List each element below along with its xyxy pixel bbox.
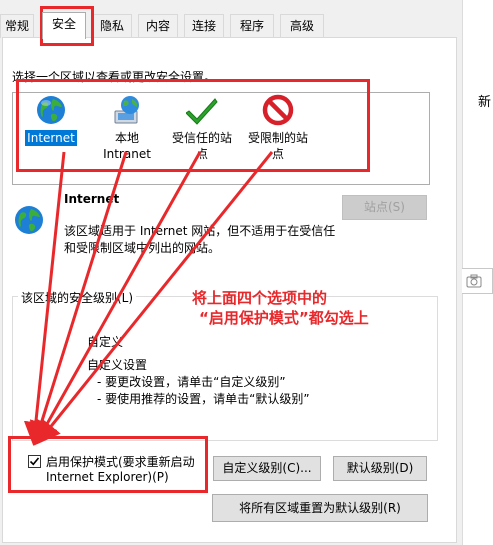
- tab-security[interactable]: 安全: [42, 12, 86, 39]
- zone-trusted-line1: 受信任的站: [171, 131, 232, 145]
- protected-mode-checkbox[interactable]: [28, 455, 41, 468]
- camera-icon: [466, 274, 482, 288]
- protected-mode-label-line1[interactable]: 启用保护模式(要求重新启动: [46, 453, 195, 470]
- zone-internet[interactable]: Internet: [22, 94, 80, 146]
- tab-advanced[interactable]: 高级: [280, 14, 324, 38]
- zone-local-intranet[interactable]: 本地 Intranet: [96, 94, 158, 162]
- internet-options-dialog: 常规 安全 隐私 内容 连接 程序 高级 选择一个区域以查看或更改安全设置。 I…: [0, 0, 462, 545]
- tab-general[interactable]: 常规: [0, 14, 34, 38]
- annotation-text-line2: “启用保护模式”都勾选上: [199, 309, 369, 327]
- zone-trusted-sites[interactable]: 受信任的站 点: [168, 94, 236, 162]
- zone-local-line2: Intranet: [103, 147, 151, 161]
- tab-content[interactable]: 内容: [138, 14, 178, 38]
- zone-internet-label: Internet: [25, 130, 77, 146]
- zone-restricted-sites[interactable]: 受限制的站 点: [244, 94, 312, 162]
- zone-local-line1: 本地: [114, 131, 139, 145]
- custom-level-button[interactable]: 自定义级别(C)...: [213, 456, 321, 481]
- zone-info-title: Internet: [64, 192, 120, 206]
- security-level-line2: - 要更改设置，请单击“自定义级别”: [97, 375, 286, 389]
- selected-zone-globe-icon: [15, 206, 43, 234]
- sites-button[interactable]: 站点(S): [342, 195, 427, 220]
- tab-programs[interactable]: 程序: [230, 14, 274, 38]
- annotation-text-line1: 将上面四个选项中的: [192, 289, 328, 307]
- zone-prompt: 选择一个区域以查看或更改安全设置。: [12, 70, 217, 84]
- zone-restricted-line2: 点: [271, 147, 284, 161]
- security-level-line1: 自定义设置: [87, 358, 148, 372]
- reset-all-zones-button[interactable]: 将所有区域重置为默认级别(R): [212, 494, 428, 522]
- zone-trusted-line2: 点: [195, 147, 208, 161]
- green-check-icon: [186, 98, 218, 125]
- tab-strip: 常规 安全 隐私 内容 连接 程序 高级: [0, 12, 462, 39]
- protected-mode-label-line2[interactable]: Internet Explorer)(P): [46, 470, 169, 484]
- zone-restricted-line1: 受限制的站: [247, 131, 308, 145]
- zone-info-desc-line1: 该区域适用于 Internet 网站，但不适用于在受信任: [64, 224, 336, 238]
- background-window-text: 新: [478, 95, 492, 110]
- restricted-icon: [262, 94, 294, 126]
- zone-info-desc-line2: 和受限制区域中列出的网站。: [64, 241, 221, 255]
- security-level-group-title: 该区域的安全级别(L): [18, 289, 137, 306]
- security-level-name: 自定义: [87, 335, 124, 349]
- globe-icon: [37, 96, 65, 124]
- tab-privacy[interactable]: 隐私: [92, 14, 132, 38]
- tab-connections[interactable]: 连接: [184, 14, 224, 38]
- checkmark-icon: [29, 457, 40, 466]
- camera-button[interactable]: [462, 268, 493, 294]
- security-level-line3: - 要使用推荐的设置，请单击“默认级别”: [97, 392, 310, 406]
- default-level-button[interactable]: 默认级别(D): [333, 456, 427, 481]
- local-intranet-icon: [114, 96, 139, 124]
